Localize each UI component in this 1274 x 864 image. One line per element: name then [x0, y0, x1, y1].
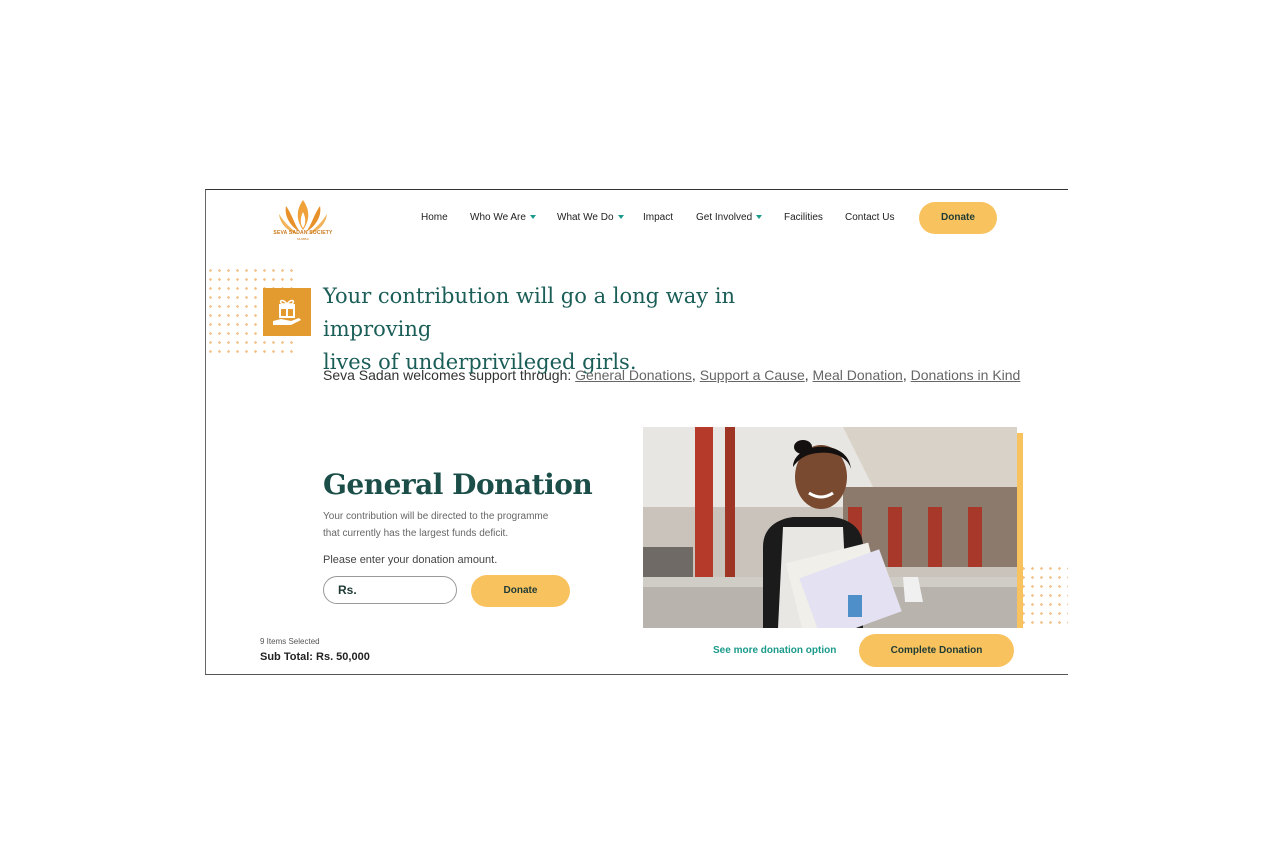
support-prefix: Seva Sadan welcomes support through: — [323, 367, 572, 383]
nav-facilities[interactable]: Facilities — [784, 212, 823, 223]
link-donations-in-kind[interactable]: Donations in Kind — [911, 367, 1021, 383]
hero-headline: Your contribution will go a long way in … — [323, 280, 823, 379]
complete-donation-button[interactable]: Complete Donation — [859, 634, 1014, 667]
items-selected-text: 9 Items Selected — [260, 637, 320, 646]
general-donation-description: Your contribution will be directed to th… — [323, 508, 573, 542]
nav-get-involved-label: Get Involved — [696, 212, 753, 223]
link-meal-donation[interactable]: Meal Donation — [813, 367, 903, 383]
chevron-down-icon — [617, 215, 624, 220]
desc-line2: that currently has the largest funds def… — [323, 528, 509, 539]
dots-decoration — [1019, 564, 1068, 624]
nav-contact-us[interactable]: Contact Us — [845, 212, 894, 223]
link-general-donations[interactable]: General Donations — [575, 367, 692, 383]
desc-line1: Your contribution will be directed to th… — [323, 511, 549, 522]
see-more-donation-link[interactable]: See more donation option — [713, 645, 836, 656]
photo-accent-bar — [1017, 433, 1023, 628]
logo-subtext: MUMBAI — [297, 237, 309, 241]
gift-hand-icon — [263, 288, 311, 336]
support-line: Seva Sadan welcomes support through: Gen… — [323, 367, 1021, 383]
donation-amount-input[interactable] — [323, 576, 457, 604]
nav-who-we-are-label: Who We Are — [470, 212, 526, 223]
hero-headline-line1: Your contribution will go a long way in … — [323, 284, 736, 341]
nav-what-we-do-label: What We Do — [557, 212, 614, 223]
general-donate-button[interactable]: Donate — [471, 575, 570, 607]
link-support-a-cause[interactable]: Support a Cause — [700, 367, 805, 383]
chevron-down-icon — [529, 215, 536, 220]
subtotal-text: Sub Total: Rs. 50,000 — [260, 651, 370, 663]
nav-donate-button[interactable]: Donate — [919, 202, 997, 234]
chevron-down-icon — [756, 215, 763, 220]
logo-text: SEVA SADAN SOCIETY — [273, 230, 333, 236]
nav-get-involved[interactable]: Get Involved — [696, 212, 763, 223]
nav-impact[interactable]: Impact — [643, 212, 673, 223]
nav-what-we-do[interactable]: What We Do — [557, 212, 624, 223]
girl-photo — [643, 427, 1017, 628]
page-frame: SEVA SADAN SOCIETY MUMBAI Home Who We Ar… — [205, 189, 1068, 675]
nav-who-we-are[interactable]: Who We Are — [470, 212, 536, 223]
general-donation-title: General Donation — [323, 468, 593, 501]
nav-home[interactable]: Home — [421, 212, 448, 223]
donation-amount-prompt: Please enter your donation amount. — [323, 554, 498, 566]
